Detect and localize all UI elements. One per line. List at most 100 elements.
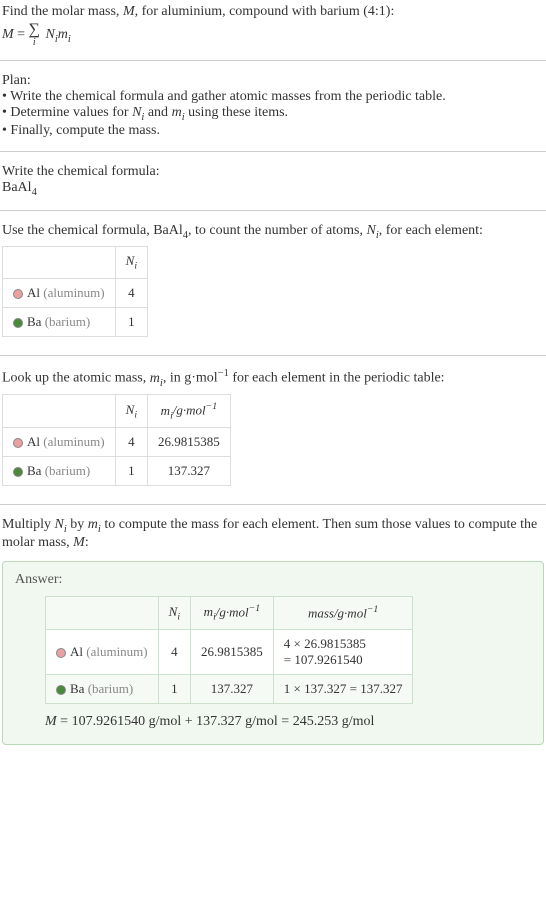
text: • Determine values for <box>2 105 132 120</box>
element-name: (aluminum) <box>43 434 104 449</box>
equals: = <box>14 27 29 42</box>
m-value: 137.327 <box>191 675 274 704</box>
unit: /g·mol <box>173 403 206 418</box>
multiply-section: Multiply Ni by mi to compute the mass fo… <box>0 513 546 555</box>
col-Ni: Ni <box>115 247 147 279</box>
lookup-section: Look up the atomic mass, mi, in g·mol−1 … <box>0 364 546 496</box>
col-mi: mi/g·mol−1 <box>148 395 231 428</box>
element-name: (barium) <box>45 463 90 478</box>
element-dot-icon <box>13 467 23 477</box>
formula-rhs: Nimi <box>45 27 70 42</box>
divider <box>0 210 546 211</box>
answer-content: Ni mi/g·mol−1 mass/g·mol−1 Al (aluminum)… <box>15 596 531 730</box>
element-dot-icon <box>13 438 23 448</box>
element-symbol: Ba <box>70 681 84 696</box>
var-mi: mi <box>172 105 185 120</box>
result-text: = 107.9261540 g/mol + 137.327 g/mol = 24… <box>57 714 375 729</box>
element-cell: Al (aluminum) <box>3 428 116 457</box>
var-M: M <box>73 535 85 550</box>
table-row: Ba (barium) 1 <box>3 307 148 336</box>
answer-table: Ni mi/g·mol−1 mass/g·mol−1 Al (aluminum)… <box>45 596 413 704</box>
table-row: Al (aluminum) 4 26.9815385 <box>3 428 231 457</box>
var-M: M <box>123 4 135 19</box>
var-Ni: Ni <box>55 517 67 532</box>
chemical-formula-section: Write the chemical formula: BaAl4 <box>0 160 546 202</box>
n-value: 4 <box>115 428 147 457</box>
element-dot-icon <box>56 648 66 658</box>
element-cell: Ba (barium) <box>46 675 159 704</box>
element-dot-icon <box>13 289 23 299</box>
element-name: (aluminum) <box>86 644 147 659</box>
n-value: 4 <box>158 630 190 675</box>
count-table: Ni Al (aluminum) 4 Ba (barium) 1 <box>2 246 148 337</box>
answer-label: Answer: <box>15 572 531 588</box>
lookup-table: Ni mi/g·mol−1 Al (aluminum) 4 26.9815385… <box>2 394 231 486</box>
element-name: (barium) <box>88 681 133 696</box>
text: for each element in the periodic table: <box>229 371 445 386</box>
var-mi: mi <box>150 371 163 386</box>
m-value: 26.9815385 <box>191 630 274 675</box>
plan-bullet: • Finally, compute the mass. <box>2 123 544 139</box>
col-mass: mass/g·mol−1 <box>273 597 413 630</box>
mass-value: 4 × 26.9815385= 107.9261540 <box>273 630 413 675</box>
table-header-row: Ni <box>3 247 148 279</box>
result-line: M = 107.9261540 g/mol + 137.327 g/mol = … <box>45 714 531 730</box>
m-value: 137.327 <box>148 457 231 486</box>
plan-heading: Plan: <box>2 73 544 89</box>
element-symbol: Ba <box>27 314 41 329</box>
unit: mass/g·mol <box>308 606 367 621</box>
text: by <box>67 517 88 532</box>
exponent: −1 <box>367 604 378 615</box>
var-M: M <box>45 714 57 729</box>
lookup-text: Look up the atomic mass, mi, in g·mol−1 … <box>2 368 544 388</box>
blank-header <box>3 247 116 279</box>
mass-value: 1 × 137.327 = 137.327 <box>273 675 413 704</box>
m-value: 26.9815385 <box>148 428 231 457</box>
intro-text: Find the molar mass, <box>2 4 123 19</box>
text: , for each element: <box>379 223 483 238</box>
table-header-row: Ni mi/g·mol−1 mass/g·mol−1 <box>46 597 413 630</box>
text: using these items. <box>185 105 288 120</box>
n-value: 1 <box>158 675 190 704</box>
answer-box: Answer: Ni mi/g·mol−1 mass/g·mol−1 Al (a… <box>2 561 544 745</box>
plan-bullet: • Determine values for Ni and mi using t… <box>2 105 544 123</box>
text: , to count the number of atoms, <box>188 223 366 238</box>
col-Ni: Ni <box>158 597 190 630</box>
col-mi: mi/g·mol−1 <box>191 597 274 630</box>
text: Multiply <box>2 517 55 532</box>
plan-section: Plan: • Write the chemical formula and g… <box>0 69 546 143</box>
element-symbol: Al <box>27 434 40 449</box>
element-name: (barium) <box>45 314 90 329</box>
formula-base: BaAl <box>153 223 183 238</box>
element-symbol: Al <box>27 285 40 300</box>
chem-heading: Write the chemical formula: <box>2 164 544 180</box>
text: Look up the atomic mass, <box>2 371 150 386</box>
unit: /g·mol <box>216 604 249 619</box>
table-row: Al (aluminum) 4 26.9815385 4 × 26.981538… <box>46 630 413 675</box>
element-dot-icon <box>56 685 66 695</box>
chemical-formula: BaAl4 <box>2 180 544 198</box>
text: Use the chemical formula, <box>2 223 153 238</box>
table-header-row: Ni mi/g·mol−1 <box>3 395 231 428</box>
formula-inline: BaAl4 <box>153 223 188 238</box>
element-cell: Al (aluminum) <box>3 278 116 307</box>
element-name: (aluminum) <box>43 285 104 300</box>
table-row: Ba (barium) 1 137.327 1 × 137.327 = 137.… <box>46 675 413 704</box>
divider <box>0 504 546 505</box>
count-text: Use the chemical formula, BaAl4, to coun… <box>2 223 544 241</box>
element-symbol: Ba <box>27 463 41 478</box>
plan-bullet: • Write the chemical formula and gather … <box>2 89 544 105</box>
intro-section: Find the molar mass, M, for aluminium, c… <box>0 0 546 52</box>
table-row: Al (aluminum) 4 <box>3 278 148 307</box>
formula-base: BaAl <box>2 180 32 195</box>
element-dot-icon <box>13 318 23 328</box>
exponent: −1 <box>206 401 217 412</box>
sum-index: i <box>29 38 40 48</box>
count-section: Use the chemical formula, BaAl4, to coun… <box>0 219 546 347</box>
divider <box>0 60 546 61</box>
mass-line: 4 × 26.9815385 <box>284 636 366 651</box>
text: , in g·mol <box>163 371 218 386</box>
multiply-text: Multiply Ni by mi to compute the mass fo… <box>2 517 544 551</box>
col-Ni: Ni <box>115 395 147 428</box>
element-cell: Ba (barium) <box>3 307 116 336</box>
